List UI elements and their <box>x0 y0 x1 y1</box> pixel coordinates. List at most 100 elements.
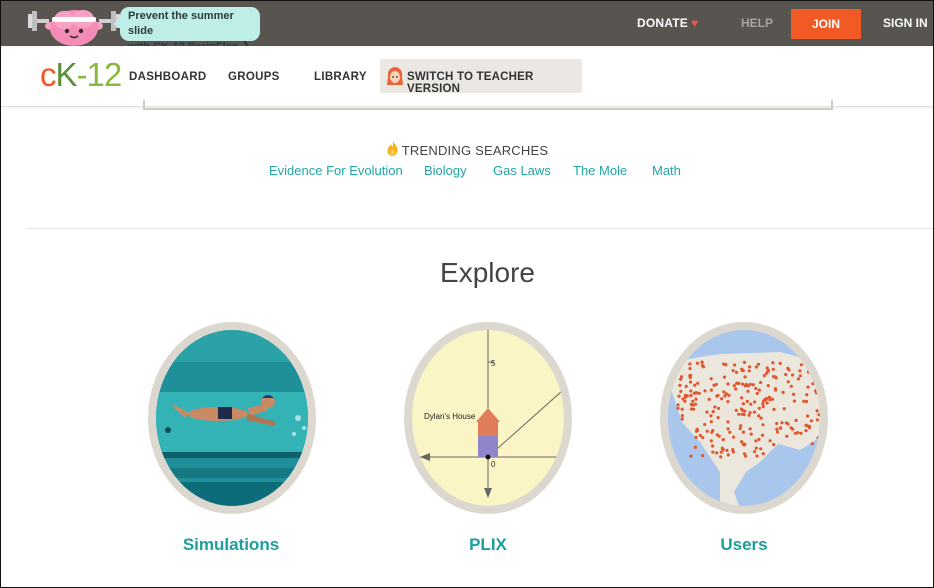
user-dot <box>725 448 729 452</box>
user-dot <box>724 363 728 367</box>
user-dot <box>724 392 728 396</box>
user-dot <box>749 432 753 436</box>
user-dot <box>741 402 745 406</box>
user-dot <box>695 427 699 431</box>
donate-label: DONATE <box>637 16 688 30</box>
sign-in-link[interactable]: SIGN IN <box>883 16 928 30</box>
user-dot <box>747 369 751 373</box>
user-dot <box>810 442 814 446</box>
user-dot <box>787 368 791 372</box>
user-dot <box>693 445 697 449</box>
user-dot <box>722 390 726 394</box>
trending-link-biology[interactable]: Biology <box>424 163 467 178</box>
nav-library[interactable]: LIBRARY <box>314 71 367 83</box>
users-map-image[interactable] <box>660 322 828 514</box>
logo-c: c <box>40 56 56 93</box>
user-dot <box>734 408 738 412</box>
user-dot <box>748 411 752 415</box>
user-dot <box>741 382 745 386</box>
user-dot <box>742 360 747 364</box>
simulations-image[interactable] <box>148 322 316 514</box>
user-dot <box>757 388 761 392</box>
user-dot <box>799 363 803 367</box>
donate-link[interactable]: DONATE ♥ <box>637 16 698 30</box>
user-dot <box>781 390 785 394</box>
user-dot <box>804 429 808 433</box>
user-dot <box>680 417 684 421</box>
plix-label[interactable]: PLIX <box>388 535 588 555</box>
user-dot <box>804 423 808 427</box>
user-dot <box>711 429 715 433</box>
user-dot <box>679 389 683 393</box>
tick-0-label: 0 <box>491 460 496 469</box>
user-dot <box>806 385 810 389</box>
user-dot <box>768 398 772 402</box>
user-dot <box>761 402 765 406</box>
user-dot <box>765 371 769 375</box>
switch-teacher-label: SWITCH TO TEACHER VERSION <box>407 71 534 95</box>
user-dot <box>755 391 759 395</box>
user-dot <box>678 383 682 387</box>
user-dot <box>743 442 747 446</box>
user-dot <box>721 448 725 452</box>
user-dot <box>688 362 692 366</box>
help-link[interactable]: HELP <box>741 16 773 30</box>
user-dot <box>792 399 796 403</box>
user-dot <box>680 414 684 418</box>
logo-dash: - <box>76 56 88 93</box>
user-dot <box>728 430 732 434</box>
user-dot <box>726 420 730 424</box>
user-dot <box>757 406 761 410</box>
user-dot <box>749 402 753 406</box>
user-dot <box>814 360 818 364</box>
user-dot <box>703 422 707 427</box>
user-dot <box>726 453 730 457</box>
switch-to-teacher-button[interactable]: SWITCH TO TEACHER VERSION <box>380 59 582 95</box>
user-dot <box>715 451 719 455</box>
user-dot <box>756 362 760 366</box>
logo-k: K <box>55 56 78 93</box>
user-dot <box>705 410 709 414</box>
user-dot <box>751 383 755 387</box>
user-dot <box>775 421 779 426</box>
explore-heading: Explore <box>440 257 535 288</box>
user-dot <box>791 373 795 377</box>
trending-link-gas-laws[interactable]: Gas Laws <box>493 163 551 178</box>
search-box-edge <box>143 100 833 110</box>
trending-link-math[interactable]: Math <box>652 163 681 178</box>
user-dot <box>809 419 813 423</box>
user-dot <box>784 372 788 377</box>
users-label[interactable]: Users <box>644 535 844 555</box>
user-dot <box>768 439 772 443</box>
user-dot <box>731 369 735 373</box>
plix-image[interactable]: 5 0 Dylan's House <box>404 322 572 514</box>
user-dot <box>737 412 741 416</box>
user-dot <box>789 426 793 430</box>
user-dot <box>752 410 757 414</box>
user-dot <box>740 412 744 416</box>
user-dot <box>743 375 747 379</box>
simulations-label[interactable]: Simulations <box>131 535 331 555</box>
ck12-logo[interactable]: cK-12 <box>40 56 122 93</box>
trending-link-the-mole[interactable]: The Mole <box>573 163 627 178</box>
trending-searches-heading: TRENDING SEARCHES <box>0 140 934 158</box>
user-dot <box>711 444 715 448</box>
user-dot <box>689 393 693 398</box>
user-dot <box>694 397 698 401</box>
brainflex-promo-bubble[interactable]: Prevent the summer slide with CK-12 Brai… <box>113 7 260 53</box>
join-button[interactable]: JOIN <box>791 9 861 39</box>
user-dot <box>726 427 730 431</box>
user-dot <box>755 454 759 458</box>
nav-groups[interactable]: GROUPS <box>228 71 280 83</box>
user-dot <box>759 380 763 385</box>
brainflex-mascot-icon[interactable] <box>28 2 120 46</box>
user-dot <box>778 361 782 365</box>
user-dot <box>753 450 757 454</box>
user-dot <box>681 397 685 401</box>
user-dot <box>760 433 765 437</box>
trending-link-evidence-for-evolution[interactable]: Evidence For Evolution <box>269 163 403 178</box>
user-dot <box>793 431 797 435</box>
user-dot <box>689 454 693 458</box>
nav-dashboard[interactable]: DASHBOARD <box>129 71 206 83</box>
user-dot <box>771 361 775 365</box>
